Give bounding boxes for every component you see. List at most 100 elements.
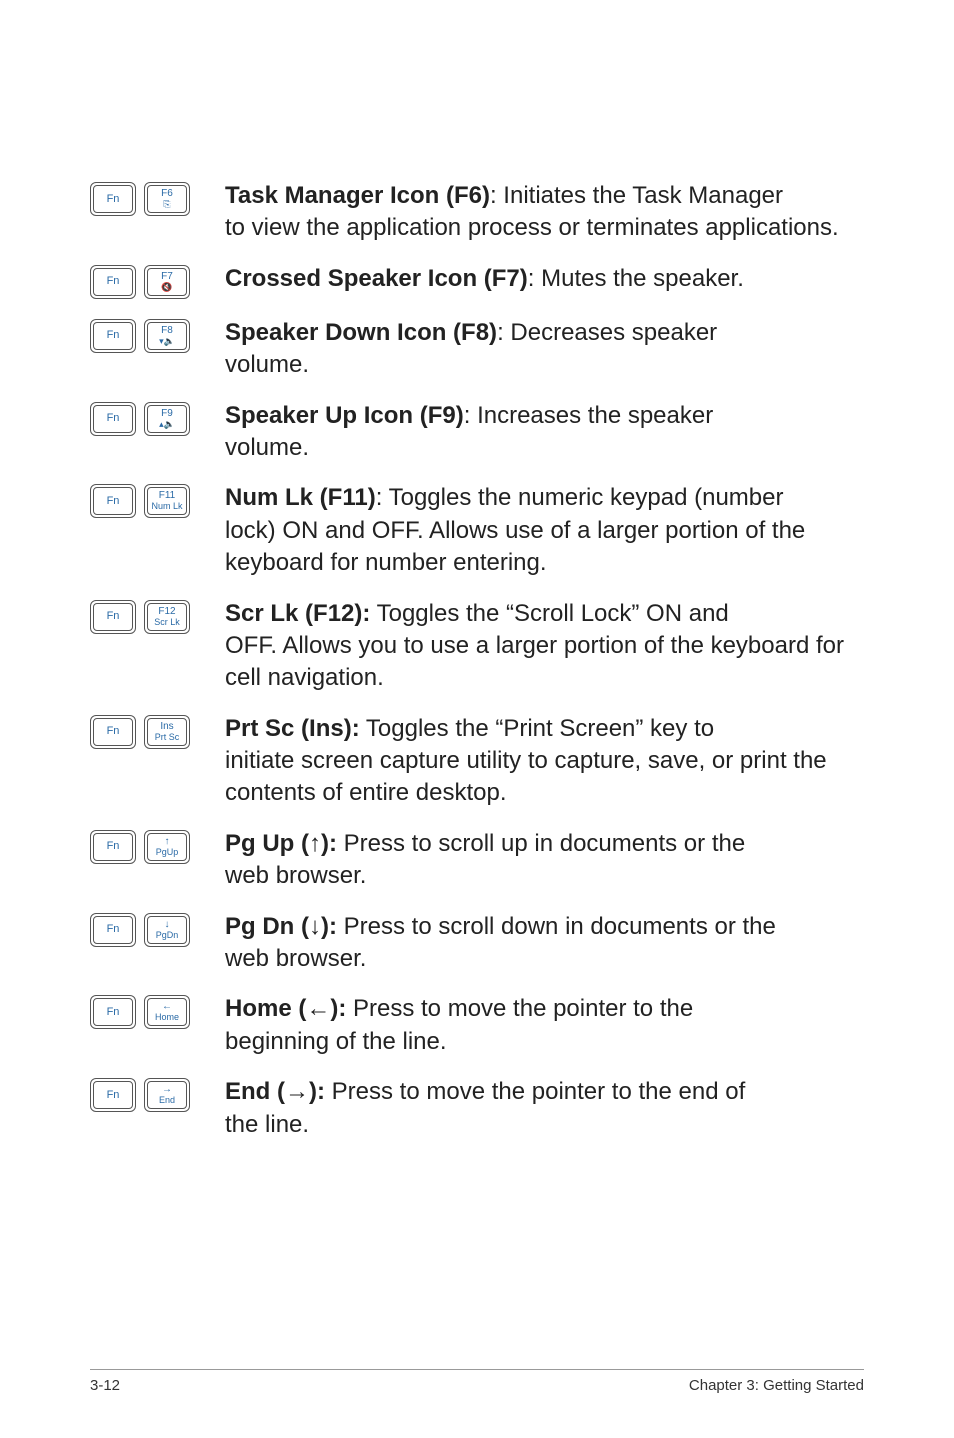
fn-key-icon: Fn — [90, 830, 136, 864]
key-label-top: ↓ — [165, 920, 170, 930]
key-label-top: F6 — [161, 189, 173, 199]
shortcut-description: Pg Up (↑): Press to scroll up in documen… — [225, 828, 864, 893]
description-line: Scr Lk (F12): Toggles the “Scroll Lock” … — [225, 598, 864, 630]
key-label-top: F9 — [161, 409, 173, 419]
key-label: Fn — [107, 726, 120, 737]
key-label: Fn — [107, 611, 120, 622]
shortcut-row: Fn←HomeHome (←): Press to move the point… — [90, 993, 864, 1058]
shortcut-description: Speaker Down Icon (F8): Decreases speake… — [225, 317, 864, 382]
key-combo: Fn →End — [90, 1076, 225, 1112]
key-combo: Fn↑PgUp — [90, 828, 225, 864]
shortcut-description: Pg Dn (↓): Press to scroll down in docum… — [225, 911, 864, 976]
description-line: beginning of the line. — [225, 1026, 864, 1058]
f7-key-icon: F7🔇 — [144, 265, 190, 299]
description-line: Prt Sc (Ins): Toggles the “Print Screen”… — [225, 713, 864, 745]
key-label-bottom: Home — [155, 1013, 179, 1022]
description-text: Mutes the speaker. — [541, 265, 744, 292]
key-label-bottom: Num Lk — [151, 502, 182, 511]
shortcut-lead: Task Manager Icon (F6) — [225, 182, 490, 209]
description-line: initiate screen capture utility to captu… — [225, 745, 864, 810]
key-label-bottom: ▴🔈 — [159, 420, 175, 429]
key-combo: Fn←Home — [90, 993, 225, 1029]
f9-key-icon: F9▴🔈 — [144, 402, 190, 436]
key-label-top: Ins — [160, 722, 173, 732]
page-number: 3-12 — [90, 1376, 120, 1396]
f12-key-icon: F12Scr Lk — [144, 600, 190, 634]
ins-key-icon: InsPrt Sc — [144, 715, 190, 749]
key-combo: Fn InsPrt Sc — [90, 713, 225, 749]
key-combo: FnF8▾🔈 — [90, 317, 225, 353]
description-text: Toggles the numeric keypad (number — [389, 484, 784, 511]
home-key-icon: ←Home — [144, 995, 190, 1029]
key-label-bottom: PgUp — [156, 848, 179, 857]
key-label-top: ← — [162, 1002, 172, 1012]
fn-key-icon: Fn — [90, 182, 136, 216]
f8-key-icon: F8▾🔈 — [144, 319, 190, 353]
description-text: Toggles the “Scroll Lock” ON and — [377, 600, 729, 627]
shortcut-row: Fn↑PgUpPg Up (↑): Press to scroll up in … — [90, 828, 864, 893]
description-text: Initiates the Task Manager — [503, 182, 783, 209]
shortcut-row: Fn →End End (→): Press to move the pointer… — [90, 1076, 864, 1141]
separator: : — [464, 402, 477, 429]
separator — [337, 913, 344, 940]
shortcut-row: Fn F7🔇 Crossed Speaker Icon (F7): Mutes th… — [90, 263, 864, 299]
separator — [346, 995, 353, 1022]
key-combo: Fn F12Scr Lk — [90, 598, 225, 634]
key-combo: FnF6⎘ — [90, 180, 225, 216]
fn-key-icon: Fn — [90, 715, 136, 749]
shortcut-lead: Crossed Speaker Icon (F7) — [225, 265, 528, 292]
fn-key-icon: Fn — [90, 319, 136, 353]
shortcut-row: Fn InsPrt Sc Prt Sc (Ins): Toggles the “Pr… — [90, 713, 864, 810]
shortcut-lead: Speaker Up Icon (F9) — [225, 402, 464, 429]
description-text: Press to scroll down in documents or the — [344, 913, 776, 940]
description-line: Num Lk (F11): Toggles the numeric keypad… — [225, 482, 864, 514]
key-label-bottom: PgDn — [156, 931, 179, 940]
description-line: Home (←): Press to move the pointer to t… — [225, 993, 864, 1025]
description-line: Pg Up (↑): Press to scroll up in documen… — [225, 828, 864, 860]
shortcut-list: FnF6⎘Task Manager Icon (F6): Initiates t… — [90, 180, 864, 1141]
description-text: Press to scroll up in documents or the — [344, 830, 746, 857]
description-text: Toggles the “Print Screen” key to — [366, 715, 714, 742]
description-text: Press to move the pointer to the — [353, 995, 693, 1022]
pgdn-key-icon: ↓PgDn — [144, 913, 190, 947]
description-line: Speaker Down Icon (F8): Decreases speake… — [225, 317, 864, 349]
key-label-bottom: 🔇 — [161, 283, 172, 292]
shortcut-lead: Home (←): — [225, 995, 346, 1022]
description-line: Pg Dn (↓): Press to scroll down in docum… — [225, 911, 864, 943]
fn-key-icon: Fn — [90, 484, 136, 518]
fn-key-icon: Fn — [90, 1078, 136, 1112]
shortcut-row: FnF9▴🔈Speaker Up Icon (F9): Increases th… — [90, 400, 864, 465]
description-line: lock) ON and OFF. Allows use of a larger… — [225, 515, 864, 580]
key-label: Fn — [107, 1090, 120, 1101]
description-text: Press to move the pointer to the end of — [332, 1078, 746, 1105]
shortcut-lead: Scr Lk (F12): — [225, 600, 370, 627]
separator — [325, 1078, 332, 1105]
shortcut-description: Crossed Speaker Icon (F7): Mutes the spe… — [225, 263, 864, 295]
shortcut-lead: Num Lk (F11) — [225, 484, 376, 511]
shortcut-description: End (→): Press to move the pointer to th… — [225, 1076, 864, 1141]
pgup-key-icon: ↑PgUp — [144, 830, 190, 864]
key-label: Fn — [107, 276, 120, 287]
shortcut-description: Home (←): Press to move the pointer to t… — [225, 993, 864, 1058]
end-key-icon: →End — [144, 1078, 190, 1112]
description-line: to view the application process or termi… — [225, 212, 864, 244]
key-label-bottom: End — [159, 1096, 175, 1105]
key-label-bottom: Scr Lk — [154, 618, 180, 627]
description-line: web browser. — [225, 943, 864, 975]
description-line: volume. — [225, 349, 864, 381]
shortcut-lead: Speaker Down Icon (F8) — [225, 319, 497, 346]
separator: : — [497, 319, 510, 346]
key-label-top: → — [162, 1085, 172, 1095]
shortcut-description: Scr Lk (F12): Toggles the “Scroll Lock” … — [225, 598, 864, 695]
page-footer: 3-12 Chapter 3: Getting Started — [90, 1369, 864, 1396]
f11-key-icon: F11Num Lk — [144, 484, 190, 518]
description-line: volume. — [225, 432, 864, 464]
shortcut-description: Speaker Up Icon (F9): Increases the spea… — [225, 400, 864, 465]
description-line: Speaker Up Icon (F9): Increases the spea… — [225, 400, 864, 432]
fn-key-icon: Fn — [90, 995, 136, 1029]
f6-key-icon: F6⎘ — [144, 182, 190, 216]
description-line: OFF. Allows you to use a larger portion … — [225, 630, 864, 695]
description-line: End (→): Press to move the pointer to th… — [225, 1076, 864, 1108]
separator: : — [528, 265, 541, 292]
chapter-title: Chapter 3: Getting Started — [689, 1376, 864, 1396]
